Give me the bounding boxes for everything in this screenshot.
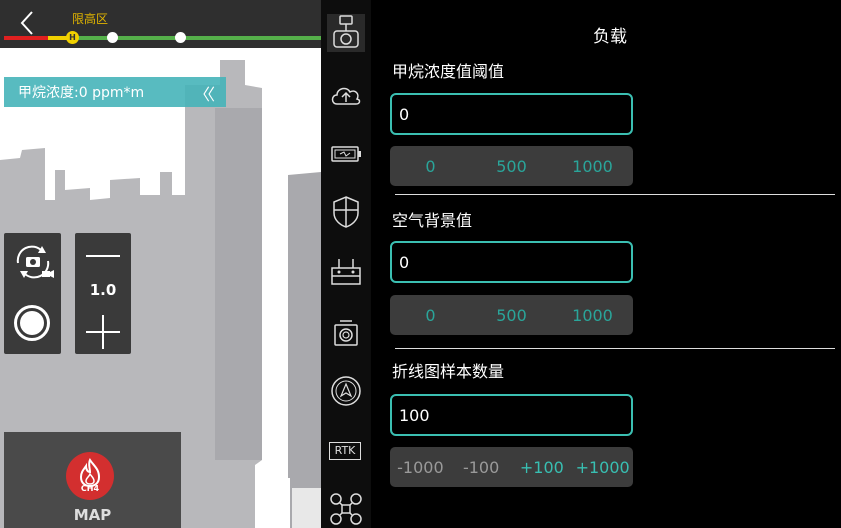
- sidebar-item-remote-controller[interactable]: [327, 254, 365, 292]
- gas-type-label: CH4: [80, 484, 100, 493]
- navigation-icon: [331, 376, 361, 406]
- drone-icon: [330, 493, 362, 525]
- chart-sample-count-presets: -1000 -100 +100 +1000: [390, 447, 633, 487]
- progress-dot: [175, 32, 186, 43]
- methane-fire-icon: CH4: [66, 452, 114, 500]
- map-label: MAP: [73, 506, 112, 524]
- progress-dot: [107, 32, 118, 43]
- preset-button[interactable]: 0: [390, 306, 471, 325]
- camera-controls: [4, 233, 61, 354]
- chevron-left-icon: [20, 11, 33, 35]
- increment-1000-button[interactable]: +1000: [572, 458, 633, 477]
- methane-concentration-label: 甲烷浓度:0 ppm*m: [18, 85, 145, 101]
- sidebar-item-aircraft[interactable]: [327, 490, 365, 528]
- flight-status-bar: 限高区 H: [0, 0, 321, 48]
- chart-sample-count-input[interactable]: [390, 394, 633, 436]
- sidebar-item-cloud[interactable]: [327, 76, 365, 114]
- sidebar-item-rtk[interactable]: RTK: [329, 442, 361, 460]
- air-background-title: 空气背景值: [392, 211, 473, 230]
- methane-threshold-presets: 0 500 1000: [390, 146, 633, 186]
- section-divider: [395, 194, 835, 195]
- zoom-level: 1.0: [89, 281, 117, 299]
- altitude-progress-bar: H: [4, 31, 321, 44]
- methane-threshold-input[interactable]: [390, 93, 633, 135]
- section-divider: [395, 348, 835, 349]
- zoom-out-button[interactable]: [86, 243, 120, 269]
- sidebar-item-battery[interactable]: [327, 135, 365, 173]
- back-button[interactable]: [14, 8, 44, 38]
- air-background-presets: 0 500 1000: [390, 295, 633, 335]
- map-toggle[interactable]: CH4 MAP: [4, 432, 181, 528]
- shutter-button[interactable]: [14, 305, 50, 341]
- zoom-in-button[interactable]: [86, 315, 120, 349]
- preset-button[interactable]: 1000: [552, 157, 633, 176]
- chart-sample-count-title: 折线图样本数量: [392, 362, 505, 381]
- methane-threshold-title: 甲烷浓度值阈值: [392, 62, 505, 81]
- preset-button[interactable]: 0: [390, 157, 471, 176]
- sidebar-item-camera[interactable]: [327, 314, 365, 352]
- progress-red-segment: [4, 36, 48, 40]
- remote-controller-icon: [331, 259, 361, 285]
- settings-sidebar: RTK: [321, 0, 371, 528]
- cloud-upload-icon: [331, 87, 361, 105]
- zoom-controls: 1.0: [75, 233, 131, 354]
- increment-100-button[interactable]: +100: [512, 458, 573, 477]
- panel-title: 负载: [593, 27, 627, 47]
- camera-switch-icon: [16, 245, 54, 279]
- sidebar-item-navigation[interactable]: [327, 372, 365, 410]
- sidebar-item-safety[interactable]: [327, 193, 365, 231]
- battery-icon: [331, 146, 361, 162]
- gimbal-camera-icon: [333, 15, 359, 48]
- camera-view: 限高区 H 甲烷浓度:0 ppm*m 〈〈 1.0 CH4 MAP: [0, 0, 321, 528]
- methane-concentration-bar: 甲烷浓度:0 ppm*m 〈〈: [4, 77, 226, 107]
- camera-icon: [334, 320, 358, 346]
- air-background-input[interactable]: [390, 241, 633, 283]
- decrement-1000-button[interactable]: -1000: [390, 458, 451, 477]
- sidebar-item-payload[interactable]: [327, 14, 365, 52]
- preset-button[interactable]: 500: [471, 306, 552, 325]
- switch-photo-video-button[interactable]: [12, 243, 54, 281]
- altitude-limit-label: 限高区: [72, 12, 109, 26]
- preset-button[interactable]: 500: [471, 157, 552, 176]
- payload-settings-panel: 负载 甲烷浓度值阈值 0 500 1000 空气背景值 0 500 1000 折…: [371, 0, 841, 528]
- preset-button[interactable]: 1000: [552, 306, 633, 325]
- decrement-100-button[interactable]: -100: [451, 458, 512, 477]
- collapse-icon[interactable]: 〈〈: [194, 81, 215, 105]
- shield-icon: [333, 196, 359, 228]
- home-marker: H: [66, 31, 79, 44]
